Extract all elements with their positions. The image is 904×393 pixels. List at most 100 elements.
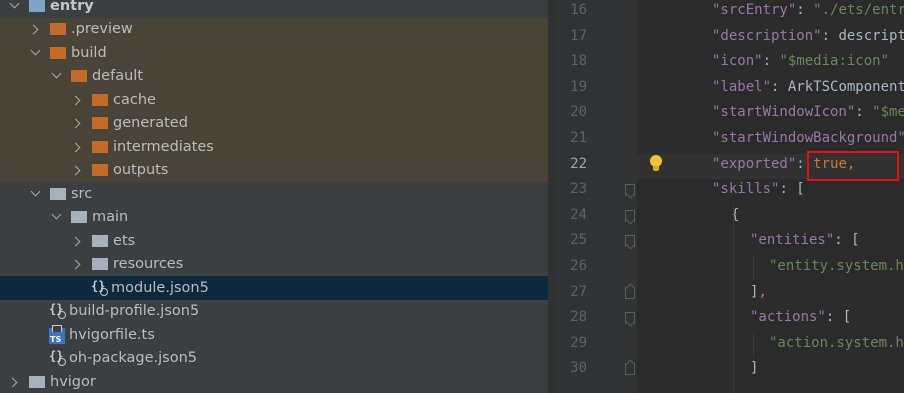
chevron-right-icon[interactable] xyxy=(8,376,20,388)
chevron-right-icon[interactable] xyxy=(71,94,83,106)
chevron-down-icon[interactable] xyxy=(8,0,20,12)
folder-orange-icon xyxy=(92,117,108,130)
line-number: 16 xyxy=(570,2,587,18)
fold-open-icon[interactable] xyxy=(625,235,635,248)
code-token: ] xyxy=(750,360,759,377)
code-token: : xyxy=(821,27,839,44)
code-token: "$media:icon" xyxy=(872,104,904,121)
chevron-right-icon[interactable] xyxy=(71,164,83,176)
line-number: 26 xyxy=(570,258,587,274)
chevron-right-icon[interactable] xyxy=(29,23,41,35)
indent-guide xyxy=(753,256,754,280)
line-number: 22 xyxy=(570,155,587,172)
code-token: : [ xyxy=(779,181,805,198)
code-token: "label" xyxy=(712,78,772,95)
tree-item-build-profile-json5[interactable]: build-profile.json5 xyxy=(0,300,548,324)
code-line[interactable]: "entity.system.home" xyxy=(769,254,904,280)
code-line[interactable]: "entities": [ xyxy=(750,228,860,254)
annotation-highlight-box xyxy=(807,151,899,181)
code-token: "srcEntry" xyxy=(712,2,797,18)
code-editor[interactable]: 16 17 18 19 20 21 22 23 24 25 26 27 28 29 30 "srcEntry… xyxy=(557,0,904,393)
folder-orange-icon xyxy=(50,46,66,59)
code-token: "entity.system.home" xyxy=(769,258,904,274)
code-line[interactable]: "srcEntry": "./ets/entryability/EntryAbi… xyxy=(712,0,904,24)
line-number: 29 xyxy=(570,334,587,351)
code-token: "skills" xyxy=(712,181,780,198)
tree-item-build[interactable]: build xyxy=(0,41,548,65)
tree-item-preview[interactable]: .preview xyxy=(0,17,548,41)
tree-item-entry[interactable]: entry xyxy=(0,0,548,18)
code-line[interactable]: ] xyxy=(750,356,758,382)
fold-close-icon[interactable] xyxy=(625,286,635,299)
code-token: : xyxy=(771,78,788,95)
ts-file-icon xyxy=(49,324,65,344)
tree-item-label: hvigor xyxy=(50,373,96,390)
code-token: description xyxy=(838,27,904,44)
tree-item-label: generated xyxy=(113,115,188,132)
chevron-down-icon[interactable] xyxy=(29,47,41,59)
module-folder-icon xyxy=(29,0,45,12)
code-token: "./ets/entryability/EntryAbility.ts" xyxy=(813,2,904,18)
tree-item-cache[interactable]: cache xyxy=(0,88,548,112)
tree-item-outputs[interactable]: outputs xyxy=(0,158,548,182)
tree-item-label: intermediates xyxy=(113,138,214,155)
tree-item-hvigorfile-ts[interactable]: hvigorfile.ts xyxy=(0,323,548,347)
chevron-down-icon[interactable] xyxy=(50,70,62,82)
tree-item-label: default xyxy=(92,68,144,85)
tree-item-default[interactable]: default xyxy=(0,64,548,88)
tree-item-label: ets xyxy=(113,232,136,249)
tree-item-main[interactable]: main xyxy=(0,206,548,230)
fold-close-icon[interactable] xyxy=(625,363,635,376)
chevron-down-icon[interactable] xyxy=(29,188,41,200)
fold-open-icon[interactable] xyxy=(625,184,635,197)
tree-item-label: cache xyxy=(113,91,156,108)
json5-file-icon xyxy=(49,349,66,367)
code-token: "actions" xyxy=(750,309,826,326)
chevron-right-icon[interactable] xyxy=(71,141,83,153)
chevron-right-icon[interactable] xyxy=(71,235,83,247)
tree-item-label: hvigorfile.ts xyxy=(69,326,155,343)
tree-item-label: build xyxy=(71,44,107,61)
tree-item-hvigor[interactable]: hvigor xyxy=(0,370,548,393)
folder-orange-icon xyxy=(71,70,87,83)
indent-guide xyxy=(753,333,754,357)
code-token: "startWindowBackground" xyxy=(712,130,904,146)
code-line[interactable]: "label": ArkTSComponent xyxy=(712,75,904,101)
tree-item-module-json5[interactable]: module.json5 xyxy=(0,276,548,300)
code-line[interactable]: "icon": "$media:icon" xyxy=(712,49,889,75)
code-line[interactable]: ], xyxy=(750,280,767,306)
tree-item-generated[interactable]: generated xyxy=(0,111,548,135)
chevron-right-icon[interactable] xyxy=(71,117,83,129)
chevron-right-icon[interactable] xyxy=(71,258,83,270)
panel-splitter[interactable] xyxy=(548,0,557,393)
tree-item-oh-package-json5[interactable]: oh-package.json5 xyxy=(0,347,548,371)
code-line[interactable]: "skills": [ xyxy=(712,177,805,203)
editor-gutter: 16 17 18 19 20 21 22 23 24 25 26 27 28 29 30 xyxy=(557,0,637,393)
folder-icon xyxy=(92,234,108,247)
code-token: : xyxy=(855,104,873,121)
code-token: "entities" xyxy=(750,232,835,249)
folder-icon xyxy=(92,258,108,271)
code-token: , xyxy=(758,283,767,300)
tree-item-resources[interactable]: resources xyxy=(0,253,548,277)
lightbulb-icon[interactable] xyxy=(649,155,663,175)
code-token: : [ xyxy=(834,232,860,249)
code-token: "startWindowIcon" xyxy=(712,104,856,121)
chevron-down-icon[interactable] xyxy=(50,211,62,223)
code-line[interactable]: "actions": [ xyxy=(750,305,851,331)
tree-item-label: oh-package.json5 xyxy=(69,350,197,367)
tree-item-label: resources xyxy=(113,256,184,273)
code-line[interactable]: "startWindowBackground" xyxy=(712,126,904,152)
tree-item-intermediates[interactable]: intermediates xyxy=(0,135,548,159)
tree-item-src[interactable]: src xyxy=(0,182,548,206)
line-number: 28 xyxy=(570,309,587,326)
line-number: 18 xyxy=(570,53,587,70)
code-token: "$media:icon" xyxy=(779,53,890,70)
code-line[interactable]: "startWindowIcon": "$media:icon" xyxy=(712,100,904,126)
fold-open-icon[interactable] xyxy=(625,209,635,222)
line-number: 21 xyxy=(570,130,587,146)
tree-item-ets[interactable]: ets xyxy=(0,229,548,253)
fold-open-icon[interactable] xyxy=(625,312,635,325)
code-line[interactable]: "action.system.home" xyxy=(769,331,904,357)
code-line[interactable]: "description": description xyxy=(712,24,904,50)
